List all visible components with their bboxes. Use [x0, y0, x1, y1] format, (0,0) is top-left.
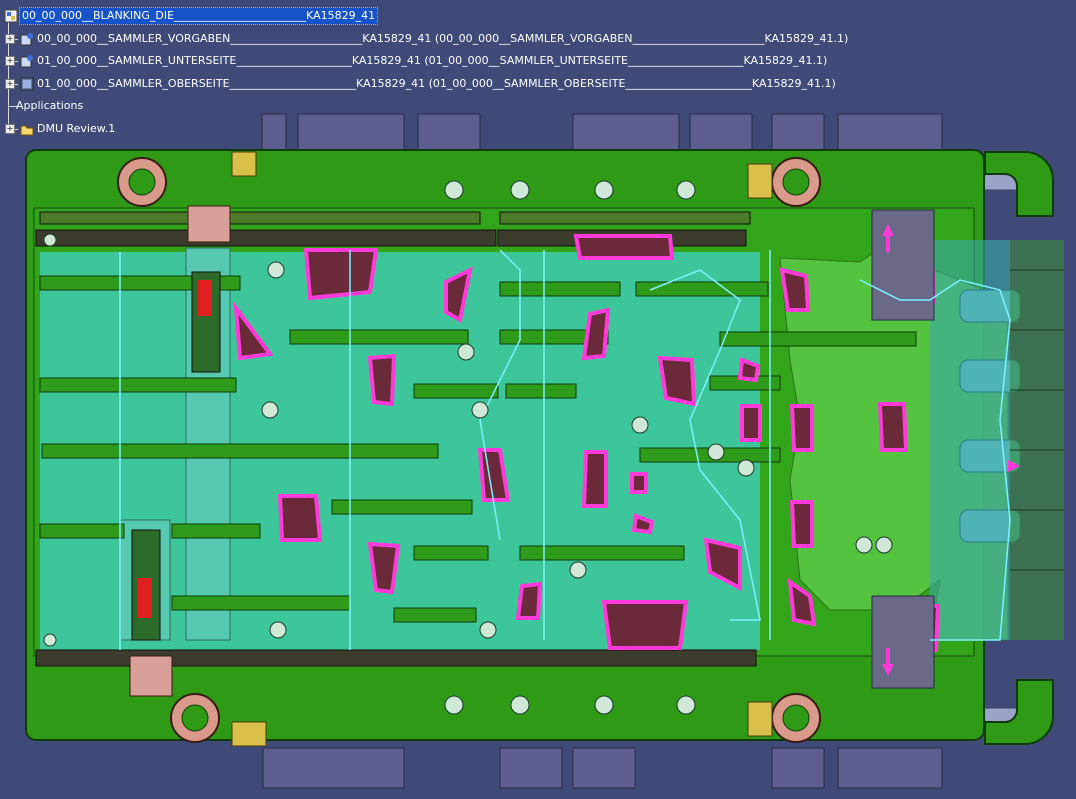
tree-node-child-label[interactable]: 01_00_000__SAMMLER_OBERSEITE____________… [37, 76, 836, 92]
tree-node-child-label[interactable]: 01_00_000__SAMMLER_UNTERSEITE___________… [37, 53, 827, 69]
tree-node-applications-label[interactable]: Applications [16, 98, 83, 114]
expand-toggle[interactable]: + [5, 124, 15, 134]
tree-node-dmu-label[interactable]: DMU Review.1 [37, 121, 115, 137]
tree-node-child-label[interactable]: 00_00_000__SAMMLER_VORGABEN_____________… [37, 31, 848, 47]
expand-toggle[interactable]: + [5, 56, 15, 66]
assembly-root-icon [4, 9, 18, 23]
specification-tree: 00_00_000__BLANKING_DIE_________________… [0, 0, 848, 140]
product-assembly-icon [20, 32, 34, 46]
product-assembly-icon [20, 77, 34, 91]
expand-toggle[interactable]: + [5, 79, 15, 89]
folder-icon [20, 122, 34, 136]
expand-toggle[interactable]: + [5, 34, 15, 44]
bottom-mounting-tabs [262, 747, 943, 789]
tree-node-root-label[interactable]: 00_00_000__BLANKING_DIE_________________… [18, 7, 379, 25]
product-assembly-icon [20, 54, 34, 68]
